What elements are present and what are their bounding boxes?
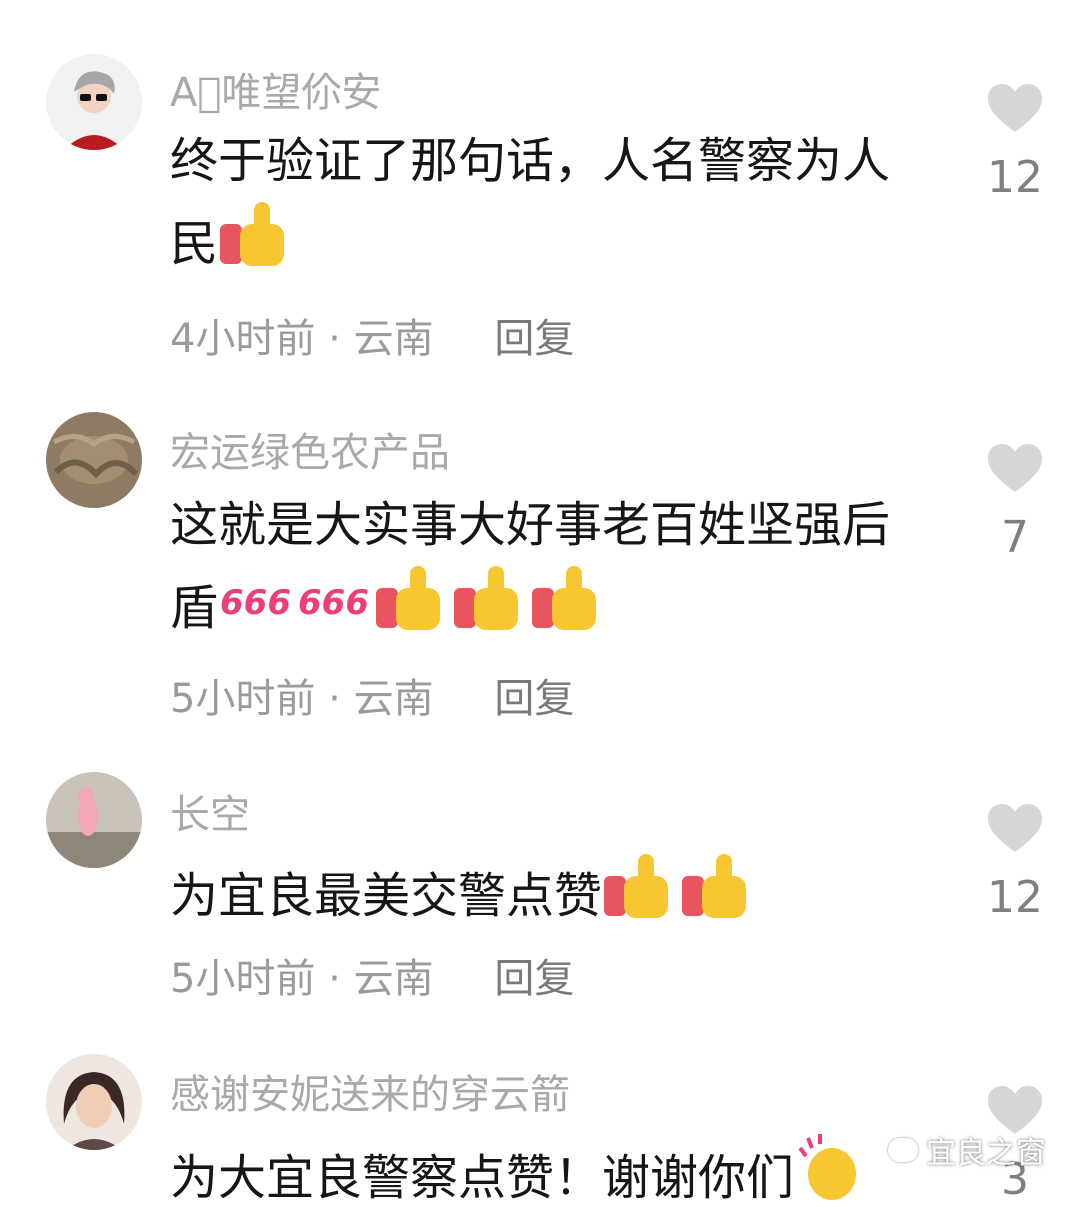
666-emoji-icon: 666 [296,562,374,653]
avatar[interactable] [46,772,142,868]
separator: · [328,316,341,362]
like-button[interactable]: 12 [980,802,1050,923]
comment-meta: 5小时前 · 云南 回复 [170,666,574,724]
wechat-icon [888,1138,918,1162]
thumbs-up-emoji-icon [602,850,680,941]
heart-icon [988,444,1042,492]
thumbs-up-emoji-icon [374,562,452,653]
location: 云南 [353,676,434,722]
comment-text: 为宜良最美交警点赞 [170,850,930,941]
username[interactable]: 长空 [170,782,250,840]
666-emoji-icon: 666 [218,562,296,653]
clapping-hands-emoji-icon [794,1132,872,1223]
comment-meta: 4小时前 · 云南 回复 [170,306,574,364]
timestamp: 5小时前 [170,676,316,722]
location: 云南 [353,956,434,1002]
separator: · [328,676,341,722]
avatar[interactable] [46,54,142,150]
like-count: 12 [987,872,1043,923]
thumbs-up-emoji-icon [218,198,296,289]
separator: · [328,956,341,1002]
like-count: 12 [987,152,1043,203]
avatar[interactable] [46,1054,142,1150]
reply-button[interactable]: 回复 [494,956,574,1002]
watermark: 宜良之窗 [888,1128,1046,1172]
thumbs-up-emoji-icon [680,850,758,941]
like-button[interactable]: 12 [980,82,1050,203]
comment-meta: 5小时前 · 云南 回复 [170,946,574,1004]
comment-text: 为大宜良警察点赞！谢谢你们 [170,1132,930,1223]
thumbs-up-emoji-icon [530,562,608,653]
comment-text: 这就是大实事大好事老百姓坚强后盾 666 666 [170,488,930,653]
svg-text:666: 666 [298,583,369,623]
username[interactable]: A⃣唯望伱安 [170,60,381,118]
reply-button[interactable]: 回复 [494,676,574,722]
heart-icon [988,84,1042,132]
reply-button[interactable]: 回复 [494,316,574,362]
comment-text: 终于验证了那句话，人名警察为人民 [170,124,930,289]
timestamp: 5小时前 [170,956,316,1002]
location: 云南 [353,316,434,362]
timestamp: 4小时前 [170,316,316,362]
like-count: 7 [1001,512,1029,563]
heart-icon [988,804,1042,852]
username[interactable]: 感谢安妮送来的穿云箭 [170,1062,570,1120]
thumbs-up-emoji-icon [452,562,530,653]
username[interactable]: 宏运绿色农产品 [170,420,450,478]
svg-text:666: 666 [220,583,291,623]
like-button[interactable]: 7 [980,442,1050,563]
avatar[interactable] [46,412,142,508]
